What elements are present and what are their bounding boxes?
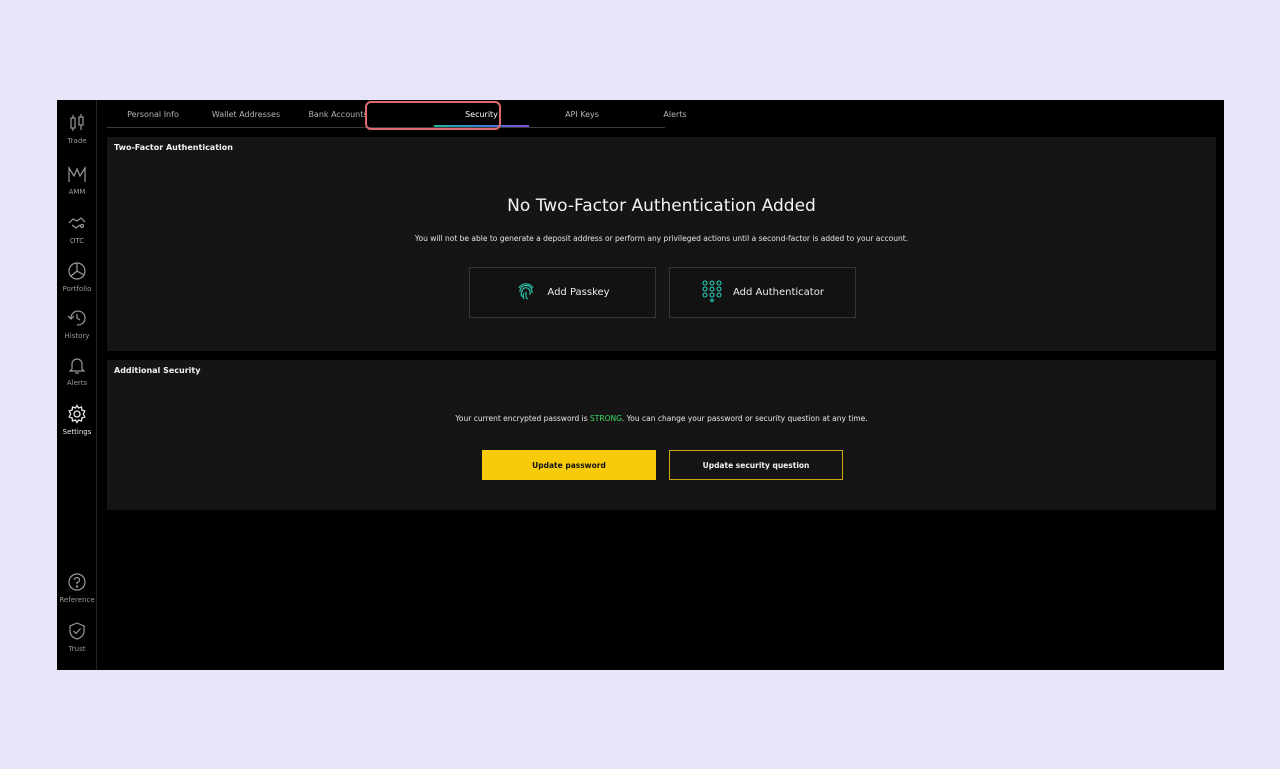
- two-factor-description: You will not be able to generate a depos…: [414, 234, 909, 243]
- sidebar-item-label: OTC: [69, 237, 85, 245]
- sidebar-item-label: AMM: [68, 188, 86, 196]
- amm-icon: [66, 163, 88, 185]
- password-status-prefix: Your current encrypted password is: [455, 414, 591, 423]
- keypad-icon: [701, 280, 723, 305]
- shield-check-icon: [66, 620, 88, 642]
- sidebar-item-portfolio[interactable]: Portfolio: [57, 260, 97, 293]
- fingerprint-icon: [515, 280, 537, 305]
- candlestick-icon: [66, 112, 88, 134]
- sidebar-item-trust[interactable]: Trust: [57, 620, 97, 653]
- sidebar-item-label: Trust: [68, 645, 86, 653]
- add-passkey-button[interactable]: Add Passkey: [469, 267, 656, 318]
- tab-api-keys[interactable]: API Keys: [554, 100, 610, 128]
- tab-bank-accounts[interactable]: Bank Accounts: [305, 100, 371, 128]
- password-strength: STRONG: [590, 414, 622, 423]
- active-tab-indicator: [434, 125, 529, 127]
- sidebar-item-label: Portfolio: [62, 285, 92, 293]
- tab-security[interactable]: Security: [434, 100, 529, 128]
- password-status-suffix: . You can change your password or securi…: [621, 414, 868, 423]
- help-icon: [66, 571, 88, 593]
- gear-icon: [66, 403, 88, 425]
- two-factor-title: Two-Factor Authentication: [114, 143, 233, 152]
- sidebar: Trade AMM OTC Portfolio History Alerts S…: [57, 100, 97, 670]
- update-security-question-button[interactable]: Update security question: [669, 450, 843, 480]
- sidebar-item-label: Settings: [62, 428, 92, 436]
- two-factor-heading: No Two-Factor Authentication Added: [507, 196, 816, 216]
- two-factor-panel: Two-Factor Authentication No Two-Factor …: [107, 137, 1216, 351]
- history-icon: [66, 307, 88, 329]
- tab-alerts[interactable]: Alerts: [647, 100, 703, 128]
- tab-wallet-addresses[interactable]: Wallet Addresses: [207, 100, 285, 128]
- add-authenticator-label: Add Authenticator: [733, 287, 824, 298]
- sidebar-item-history[interactable]: History: [57, 307, 97, 340]
- sidebar-item-label: History: [64, 332, 90, 340]
- password-status-text: Your current encrypted password is STRON…: [107, 414, 1216, 423]
- additional-security-panel: Additional Security Your current encrypt…: [107, 360, 1216, 510]
- settings-tabs: Personal Info Wallet Addresses Bank Acco…: [107, 100, 687, 128]
- handshake-icon: [66, 212, 88, 234]
- sidebar-item-trade[interactable]: Trade: [57, 112, 97, 145]
- add-passkey-label: Add Passkey: [547, 287, 610, 298]
- add-authenticator-button[interactable]: Add Authenticator: [669, 267, 856, 318]
- sidebar-item-otc[interactable]: OTC: [57, 212, 97, 245]
- app-window: Trade AMM OTC Portfolio History Alerts S…: [57, 100, 1224, 670]
- sidebar-item-label: Reference: [59, 596, 95, 604]
- sidebar-item-reference[interactable]: Reference: [57, 571, 97, 604]
- additional-security-title: Additional Security: [114, 366, 201, 375]
- sidebar-item-alerts[interactable]: Alerts: [57, 354, 97, 387]
- sidebar-item-label: Trade: [67, 137, 87, 145]
- pie-chart-icon: [66, 260, 88, 282]
- tab-personal-info[interactable]: Personal Info: [117, 100, 189, 128]
- sidebar-item-settings[interactable]: Settings: [57, 403, 97, 436]
- sidebar-item-label: Alerts: [66, 379, 88, 387]
- sidebar-item-amm[interactable]: AMM: [57, 163, 97, 196]
- update-password-button[interactable]: Update password: [482, 450, 656, 480]
- bell-icon: [66, 354, 88, 376]
